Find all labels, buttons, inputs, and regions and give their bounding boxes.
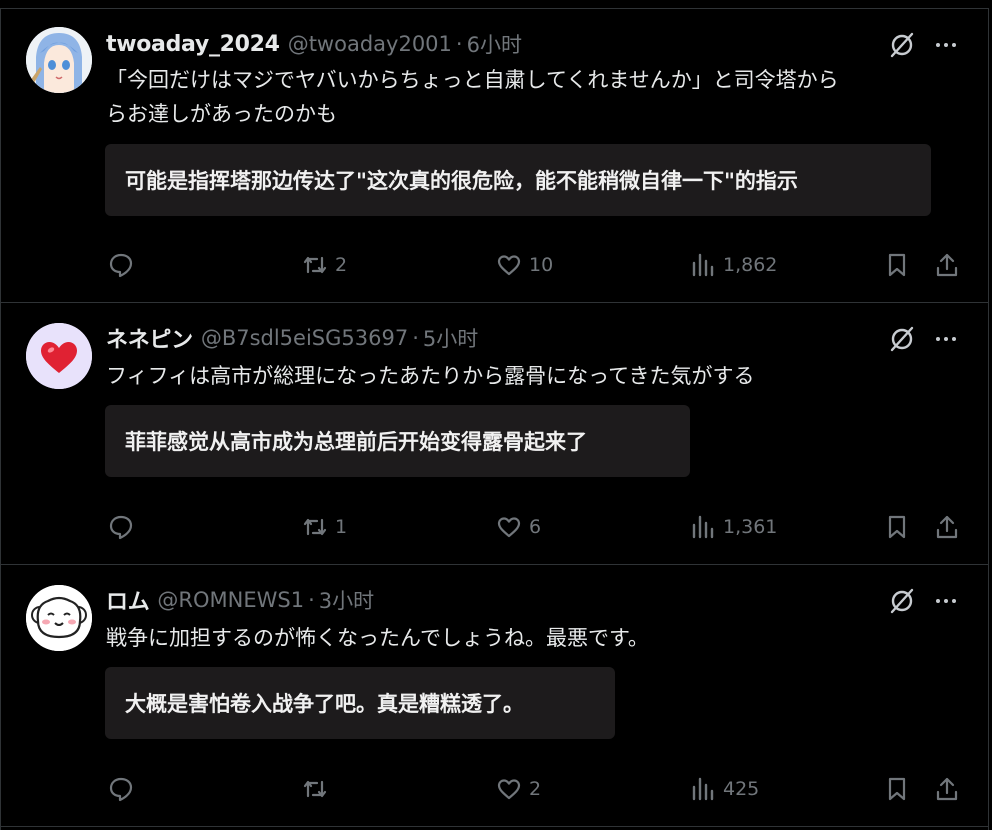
- post-3[interactable]: ロム @ROMNEWS1 · 3小时 戦争に加担するのが怖くなったんでしょうね。…: [1, 565, 988, 827]
- bookmark-icon: [888, 253, 906, 277]
- bookmark-button[interactable]: [883, 511, 911, 543]
- reply-button[interactable]: [107, 773, 141, 805]
- reply-icon: [109, 253, 133, 278]
- post-text: フィフィは高市が総理になったあたりから露骨になってきた気がする: [106, 364, 755, 388]
- author-name[interactable]: ネネピン: [106, 322, 193, 354]
- views-count: 1,862: [723, 254, 778, 276]
- bookmark-button[interactable]: [883, 773, 911, 805]
- views-count: 425: [723, 778, 760, 800]
- like-button[interactable]: 10: [495, 249, 553, 281]
- separator: ·: [455, 32, 463, 56]
- timestamp[interactable]: 6小时: [467, 29, 522, 59]
- bookmark-button[interactable]: [883, 249, 911, 281]
- repost-button[interactable]: [301, 773, 335, 805]
- action-bar: 1 6 1,361: [1, 511, 988, 543]
- sheep-avatar-icon: [26, 585, 92, 651]
- reply-icon: [109, 515, 133, 540]
- author-name[interactable]: ロム: [106, 584, 150, 616]
- views-button[interactable]: 1,361: [689, 511, 777, 543]
- anime-girl-avatar-icon: [26, 27, 92, 93]
- share-button[interactable]: [933, 773, 961, 805]
- share-button[interactable]: [933, 511, 961, 543]
- repost-icon: [303, 256, 327, 274]
- grok-icon[interactable]: [888, 325, 916, 353]
- repost-button[interactable]: 1: [301, 511, 347, 543]
- timestamp[interactable]: 5小时: [423, 323, 478, 353]
- reply-icon: [109, 777, 133, 802]
- repost-icon: [303, 518, 327, 536]
- author-handle[interactable]: @twoaday2001: [288, 32, 452, 56]
- translation-box: 可能是指挥塔那边传达了"这次真的很危险，能不能稍微自律一下"的指示: [105, 144, 931, 216]
- post-2[interactable]: ネネピン @B7sdl5eiSG53697 · 5小时 フィフィは高市が総理にな…: [1, 303, 988, 565]
- like-icon: [497, 779, 521, 800]
- more-icon[interactable]: [932, 325, 960, 353]
- repost-button[interactable]: 2: [301, 249, 347, 281]
- post-header: twoaday_2024 @twoaday2001 · 6小时: [106, 29, 522, 59]
- heart-avatar-icon: [26, 323, 92, 389]
- avatar[interactable]: [26, 585, 92, 651]
- author-handle[interactable]: @B7sdl5eiSG53697: [201, 326, 408, 350]
- bookmark-icon: [888, 515, 906, 539]
- translation-box: 大概是害怕卷入战争了吧。真是糟糕透了。: [105, 667, 615, 739]
- separator: ·: [412, 326, 419, 350]
- views-count: 1,361: [723, 516, 778, 538]
- more-icon[interactable]: [932, 587, 960, 615]
- more-icon[interactable]: [932, 31, 960, 59]
- post-header: ロム @ROMNEWS1 · 3小时: [106, 585, 374, 615]
- like-icon: [497, 517, 521, 538]
- views-icon: [692, 515, 714, 539]
- author-handle[interactable]: @ROMNEWS1: [157, 588, 304, 612]
- like-count: 2: [529, 778, 542, 800]
- like-count: 10: [529, 254, 554, 276]
- timestamp[interactable]: 3小时: [319, 585, 374, 615]
- post-1[interactable]: twoaday_2024 @twoaday2001 · 6小时 「今回だけはマジ…: [1, 9, 988, 303]
- like-count: 6: [529, 516, 542, 538]
- views-icon: [692, 253, 714, 277]
- author-name[interactable]: twoaday_2024: [106, 32, 280, 57]
- like-icon: [497, 255, 521, 276]
- action-bar: 2 425: [1, 773, 988, 805]
- share-icon: [936, 253, 958, 277]
- action-bar: 2 10 1,862: [1, 249, 988, 281]
- post-header: ネネピン @B7sdl5eiSG53697 · 5小时: [106, 323, 478, 353]
- post-text: 戦争に加担するのが怖くなったんでしょうね。最悪です。: [106, 626, 649, 650]
- grok-icon[interactable]: [888, 587, 916, 615]
- views-button[interactable]: 425: [689, 773, 759, 805]
- separator: ·: [308, 588, 315, 612]
- views-icon: [692, 777, 714, 801]
- bookmark-icon: [888, 777, 906, 801]
- post-text: 「今回だけはマジでヤバいからちょっと自粛してくれませんか」と司令塔から らお達し…: [106, 68, 839, 126]
- like-button[interactable]: 6: [495, 511, 541, 543]
- grok-icon[interactable]: [888, 31, 916, 59]
- views-button[interactable]: 1,862: [689, 249, 777, 281]
- translation-box: 菲菲感觉从高市成为总理前后开始变得露骨起来了: [105, 405, 690, 477]
- repost-icon: [303, 780, 327, 798]
- avatar[interactable]: [26, 27, 92, 93]
- like-button[interactable]: 2: [495, 773, 541, 805]
- share-button[interactable]: [933, 249, 961, 281]
- share-icon: [936, 777, 958, 801]
- share-icon: [936, 515, 958, 539]
- reply-button[interactable]: [107, 511, 141, 543]
- reply-button[interactable]: [107, 249, 141, 281]
- repost-count: 2: [335, 254, 348, 276]
- avatar[interactable]: [26, 323, 92, 389]
- repost-count: 1: [335, 516, 348, 538]
